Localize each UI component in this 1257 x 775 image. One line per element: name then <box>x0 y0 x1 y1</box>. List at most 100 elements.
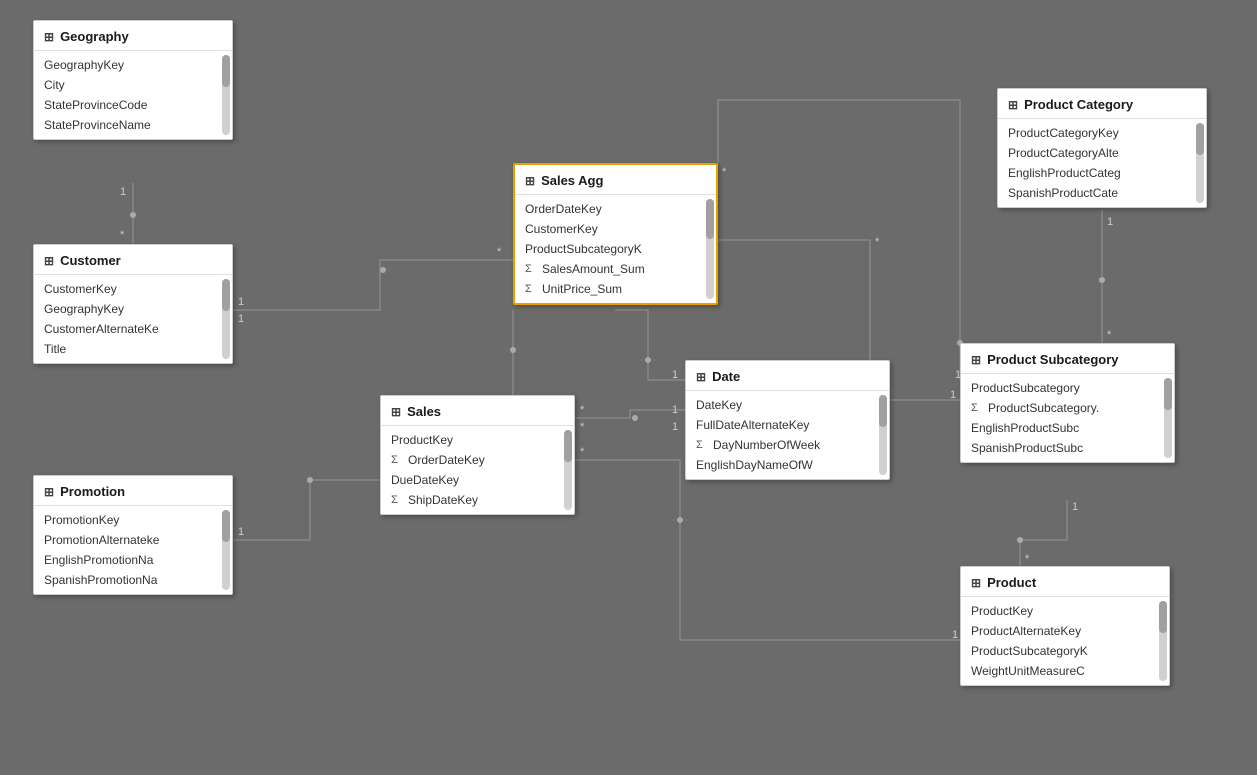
svg-text:1: 1 <box>238 313 244 325</box>
scrollbar[interactable] <box>879 395 887 475</box>
diagram-canvas: 1 * 1 1 * 1 * * * 1 * 1 * 1 * 1 <box>0 0 1257 775</box>
svg-text:*: * <box>875 236 880 248</box>
svg-text:1: 1 <box>1072 501 1078 513</box>
product-subcategory-table-body: ProductSubcategory ΣProductSubcategory. … <box>961 374 1174 462</box>
svg-text:1: 1 <box>120 186 126 198</box>
table-row: EnglishProductCateg <box>998 163 1206 183</box>
table-row: CustomerKey <box>515 219 716 239</box>
svg-text:1: 1 <box>672 404 678 416</box>
product-category-table-header: ⊞ Product Category <box>998 89 1206 119</box>
table-grid-icon: ⊞ <box>525 174 535 188</box>
table-row: SpanishPromotionNa <box>34 570 232 590</box>
sales-agg-table-header: ⊞ Sales Agg <box>515 165 716 195</box>
scrollbar[interactable] <box>1196 123 1204 203</box>
table-grid-icon: ⊞ <box>971 353 981 367</box>
table-row: ProductKey <box>381 430 574 450</box>
sales-agg-table-body: OrderDateKey CustomerKey ProductSubcateg… <box>515 195 716 303</box>
table-grid-icon: ⊞ <box>696 370 706 384</box>
svg-text:1: 1 <box>672 369 678 381</box>
table-row: ΣShipDateKey <box>381 490 574 510</box>
table-row: FullDateAlternateKey <box>686 415 889 435</box>
svg-text:1: 1 <box>1107 216 1113 228</box>
table-row: ProductCategoryAlte <box>998 143 1206 163</box>
product-table-body: ProductKey ProductAlternateKey ProductSu… <box>961 597 1169 685</box>
table-row: OrderDateKey <box>515 199 716 219</box>
table-row: ΣSalesAmount_Sum <box>515 259 716 279</box>
table-grid-icon: ⊞ <box>44 30 54 44</box>
customer-table-body: CustomerKey GeographyKey CustomerAlterna… <box>34 275 232 363</box>
table-row: PromotionAlternateke <box>34 530 232 550</box>
table-row: EnglishProductSubc <box>961 418 1174 438</box>
table-row: City <box>34 75 232 95</box>
table-row: EnglishDayNameOfW <box>686 455 889 475</box>
svg-text:1: 1 <box>238 526 244 538</box>
table-row: CustomerAlternateKe <box>34 319 232 339</box>
svg-text:*: * <box>580 446 585 458</box>
table-grid-icon: ⊞ <box>1008 98 1018 112</box>
product-table-header: ⊞ Product <box>961 567 1169 597</box>
scrollbar[interactable] <box>564 430 572 510</box>
table-row: DateKey <box>686 395 889 415</box>
product-category-table: ⊞ Product Category ProductCategoryKey Pr… <box>997 88 1207 208</box>
promotion-table: ⊞ Promotion PromotionKey PromotionAltern… <box>33 475 233 595</box>
svg-text:*: * <box>497 246 502 258</box>
svg-text:1: 1 <box>952 629 958 641</box>
geography-table-body: GeographyKey City StateProvinceCode Stat… <box>34 51 232 139</box>
table-row: ΣUnitPrice_Sum <box>515 279 716 299</box>
table-row: Title <box>34 339 232 359</box>
table-row: ProductSubcategoryK <box>961 641 1169 661</box>
table-grid-icon: ⊞ <box>44 485 54 499</box>
table-row: PromotionKey <box>34 510 232 530</box>
table-grid-icon: ⊞ <box>971 576 981 590</box>
sales-agg-table: ⊞ Sales Agg OrderDateKey CustomerKey Pro… <box>513 163 718 305</box>
table-grid-icon: ⊞ <box>391 405 401 419</box>
svg-text:*: * <box>120 229 125 241</box>
svg-text:*: * <box>1025 553 1030 565</box>
promotion-table-header: ⊞ Promotion <box>34 476 232 506</box>
table-row: DueDateKey <box>381 470 574 490</box>
customer-table-header: ⊞ Customer <box>34 245 232 275</box>
date-table: ⊞ Date DateKey FullDateAlternateKey ΣDay… <box>685 360 890 480</box>
product-subcategory-table: ⊞ Product Subcategory ProductSubcategory… <box>960 343 1175 463</box>
svg-text:*: * <box>1107 329 1112 341</box>
scrollbar[interactable] <box>222 510 230 590</box>
table-row: StateProvinceName <box>34 115 232 135</box>
sales-table: ⊞ Sales ProductKey ΣOrderDateKey DueDate… <box>380 395 575 515</box>
svg-text:1: 1 <box>950 389 956 401</box>
table-row: CustomerKey <box>34 279 232 299</box>
table-row: ProductKey <box>961 601 1169 621</box>
svg-text:*: * <box>580 421 585 433</box>
table-row: ΣDayNumberOfWeek <box>686 435 889 455</box>
customer-table: ⊞ Customer CustomerKey GeographyKey Cust… <box>33 244 233 364</box>
geography-table: ⊞ Geography GeographyKey City StateProvi… <box>33 20 233 140</box>
promotion-table-body: PromotionKey PromotionAlternateke Englis… <box>34 506 232 594</box>
scrollbar[interactable] <box>706 199 714 299</box>
table-grid-icon: ⊞ <box>44 254 54 268</box>
table-row: GeographyKey <box>34 299 232 319</box>
svg-text:1: 1 <box>672 421 678 433</box>
svg-text:*: * <box>580 404 585 416</box>
product-category-table-body: ProductCategoryKey ProductCategoryAlte E… <box>998 119 1206 207</box>
table-row: WeightUnitMeasureC <box>961 661 1169 681</box>
table-row: SpanishProductCate <box>998 183 1206 203</box>
geography-table-header: ⊞ Geography <box>34 21 232 51</box>
svg-text:1: 1 <box>238 296 244 308</box>
table-row: SpanishProductSubc <box>961 438 1174 458</box>
scrollbar[interactable] <box>1159 601 1167 681</box>
scrollbar[interactable] <box>1164 378 1172 458</box>
table-row: EnglishPromotionNa <box>34 550 232 570</box>
svg-text:*: * <box>722 166 727 178</box>
product-subcategory-table-header: ⊞ Product Subcategory <box>961 344 1174 374</box>
table-row: ProductAlternateKey <box>961 621 1169 641</box>
date-table-body: DateKey FullDateAlternateKey ΣDayNumberO… <box>686 391 889 479</box>
table-row: StateProvinceCode <box>34 95 232 115</box>
scrollbar[interactable] <box>222 279 230 359</box>
date-table-header: ⊞ Date <box>686 361 889 391</box>
sales-table-body: ProductKey ΣOrderDateKey DueDateKey ΣShi… <box>381 426 574 514</box>
scrollbar[interactable] <box>222 55 230 135</box>
product-table: ⊞ Product ProductKey ProductAlternateKey… <box>960 566 1170 686</box>
sales-table-header: ⊞ Sales <box>381 396 574 426</box>
table-row: ΣOrderDateKey <box>381 450 574 470</box>
table-row: ProductCategoryKey <box>998 123 1206 143</box>
table-row: ΣProductSubcategory. <box>961 398 1174 418</box>
